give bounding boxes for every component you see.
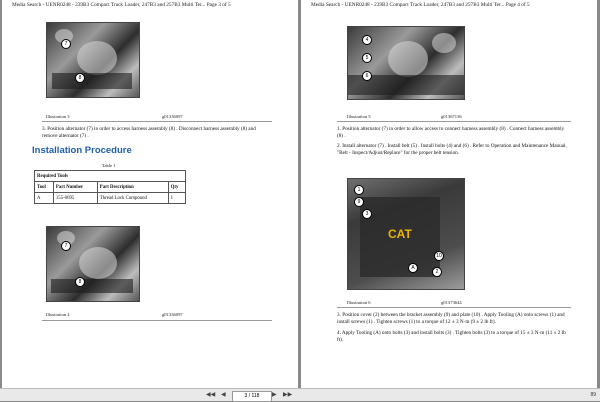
illustration-3-image: 7 8 <box>46 22 140 98</box>
illustration-3-caption: Illustration 3 <box>46 114 70 119</box>
illustration-6-image: CAT 1 9 3 A 10 2 <box>347 178 465 290</box>
table-header: Qty <box>167 181 187 193</box>
illustration-4-image: 7 8 <box>46 226 140 302</box>
section-title: Installation Procedure <box>32 145 132 156</box>
document-viewer[interactable]: Media Search - UENR0248 - 239B3 Compact … <box>0 0 600 388</box>
table-header: Tool <box>34 181 54 193</box>
callout-8: 8 <box>75 277 85 287</box>
divider <box>337 121 571 122</box>
page-right: Media Search - UENR0248 - 239B3 Compact … <box>301 0 597 388</box>
callout-10: 10 <box>434 251 444 261</box>
table-title: Required Tools <box>34 170 186 182</box>
page-number-input[interactable] <box>232 391 272 402</box>
table-header: Part Description <box>96 181 169 193</box>
step-3-text: 3. Position cover (2) between the bracke… <box>337 312 565 325</box>
illustration-3-id: g01336097 <box>162 114 183 119</box>
next-page-button[interactable]: ▶ <box>272 389 277 401</box>
page-navigation-toolbar: ◀◀ ◀ ▶ ▶▶ 89 <box>0 388 600 402</box>
callout-1: 1 <box>354 185 364 195</box>
table-cell: 1 <box>167 192 187 204</box>
callout-5: 5 <box>362 53 372 63</box>
step-4-text: 4. Apply Tooling (A) onto bolts (3) and … <box>337 330 566 343</box>
page-header: Media Search - UENR0248 - 239B3 Compact … <box>311 2 530 8</box>
required-tools-table: Required Tools Tool Part Number Part Des… <box>34 170 187 204</box>
callout-7: 7 <box>61 241 71 251</box>
illustration-5-image: 4 5 6 <box>347 26 465 100</box>
table-row: A 155-0695 Thread Lock Compound 1 <box>34 192 187 204</box>
callout-7: 7 <box>61 39 71 49</box>
step-2-text: 2. Install alternator (7) . Install belt… <box>337 143 567 156</box>
callout-3: 3 <box>362 209 372 219</box>
callout-8: 8 <box>75 73 85 83</box>
step-3-text: 3. Position alternator (7) in order to a… <box>42 126 256 139</box>
illustration-5-id: g01367136 <box>441 114 462 119</box>
table-cell: A <box>34 192 54 204</box>
callout-A: A <box>408 263 418 273</box>
divider <box>42 121 272 122</box>
illustration-6-id: g01373644 <box>441 300 462 305</box>
divider <box>337 307 571 308</box>
zoom-level[interactable]: 89 <box>590 389 596 401</box>
table-caption: Table 1 <box>102 163 116 168</box>
table-header: Part Number <box>52 181 98 193</box>
prev-page-button[interactable]: ◀ <box>221 389 226 401</box>
callout-6: 6 <box>362 71 372 81</box>
page-header: Media Search - UENR0248 - 239B3 Compact … <box>12 2 231 8</box>
first-page-button[interactable]: ◀◀ <box>206 389 215 401</box>
illustration-4-caption: Illustration 4 <box>46 312 70 317</box>
table-cell: 155-0695 <box>52 192 98 204</box>
callout-2: 2 <box>432 267 442 277</box>
illustration-4-id: g01336097 <box>162 312 183 317</box>
cat-logo: CAT <box>388 227 412 241</box>
page-left: Media Search - UENR0248 - 239B3 Compact … <box>2 0 298 388</box>
callout-9: 9 <box>354 197 364 207</box>
illustration-6-caption: Illustration 6 <box>347 300 371 305</box>
last-page-button[interactable]: ▶▶ <box>283 389 292 401</box>
divider <box>42 320 272 321</box>
callout-4: 4 <box>362 35 372 45</box>
step-1-text: 1. Position alternator (7) in order to a… <box>337 126 565 139</box>
illustration-5-caption: Illustration 5 <box>347 114 371 119</box>
table-cell: Thread Lock Compound <box>96 192 169 204</box>
